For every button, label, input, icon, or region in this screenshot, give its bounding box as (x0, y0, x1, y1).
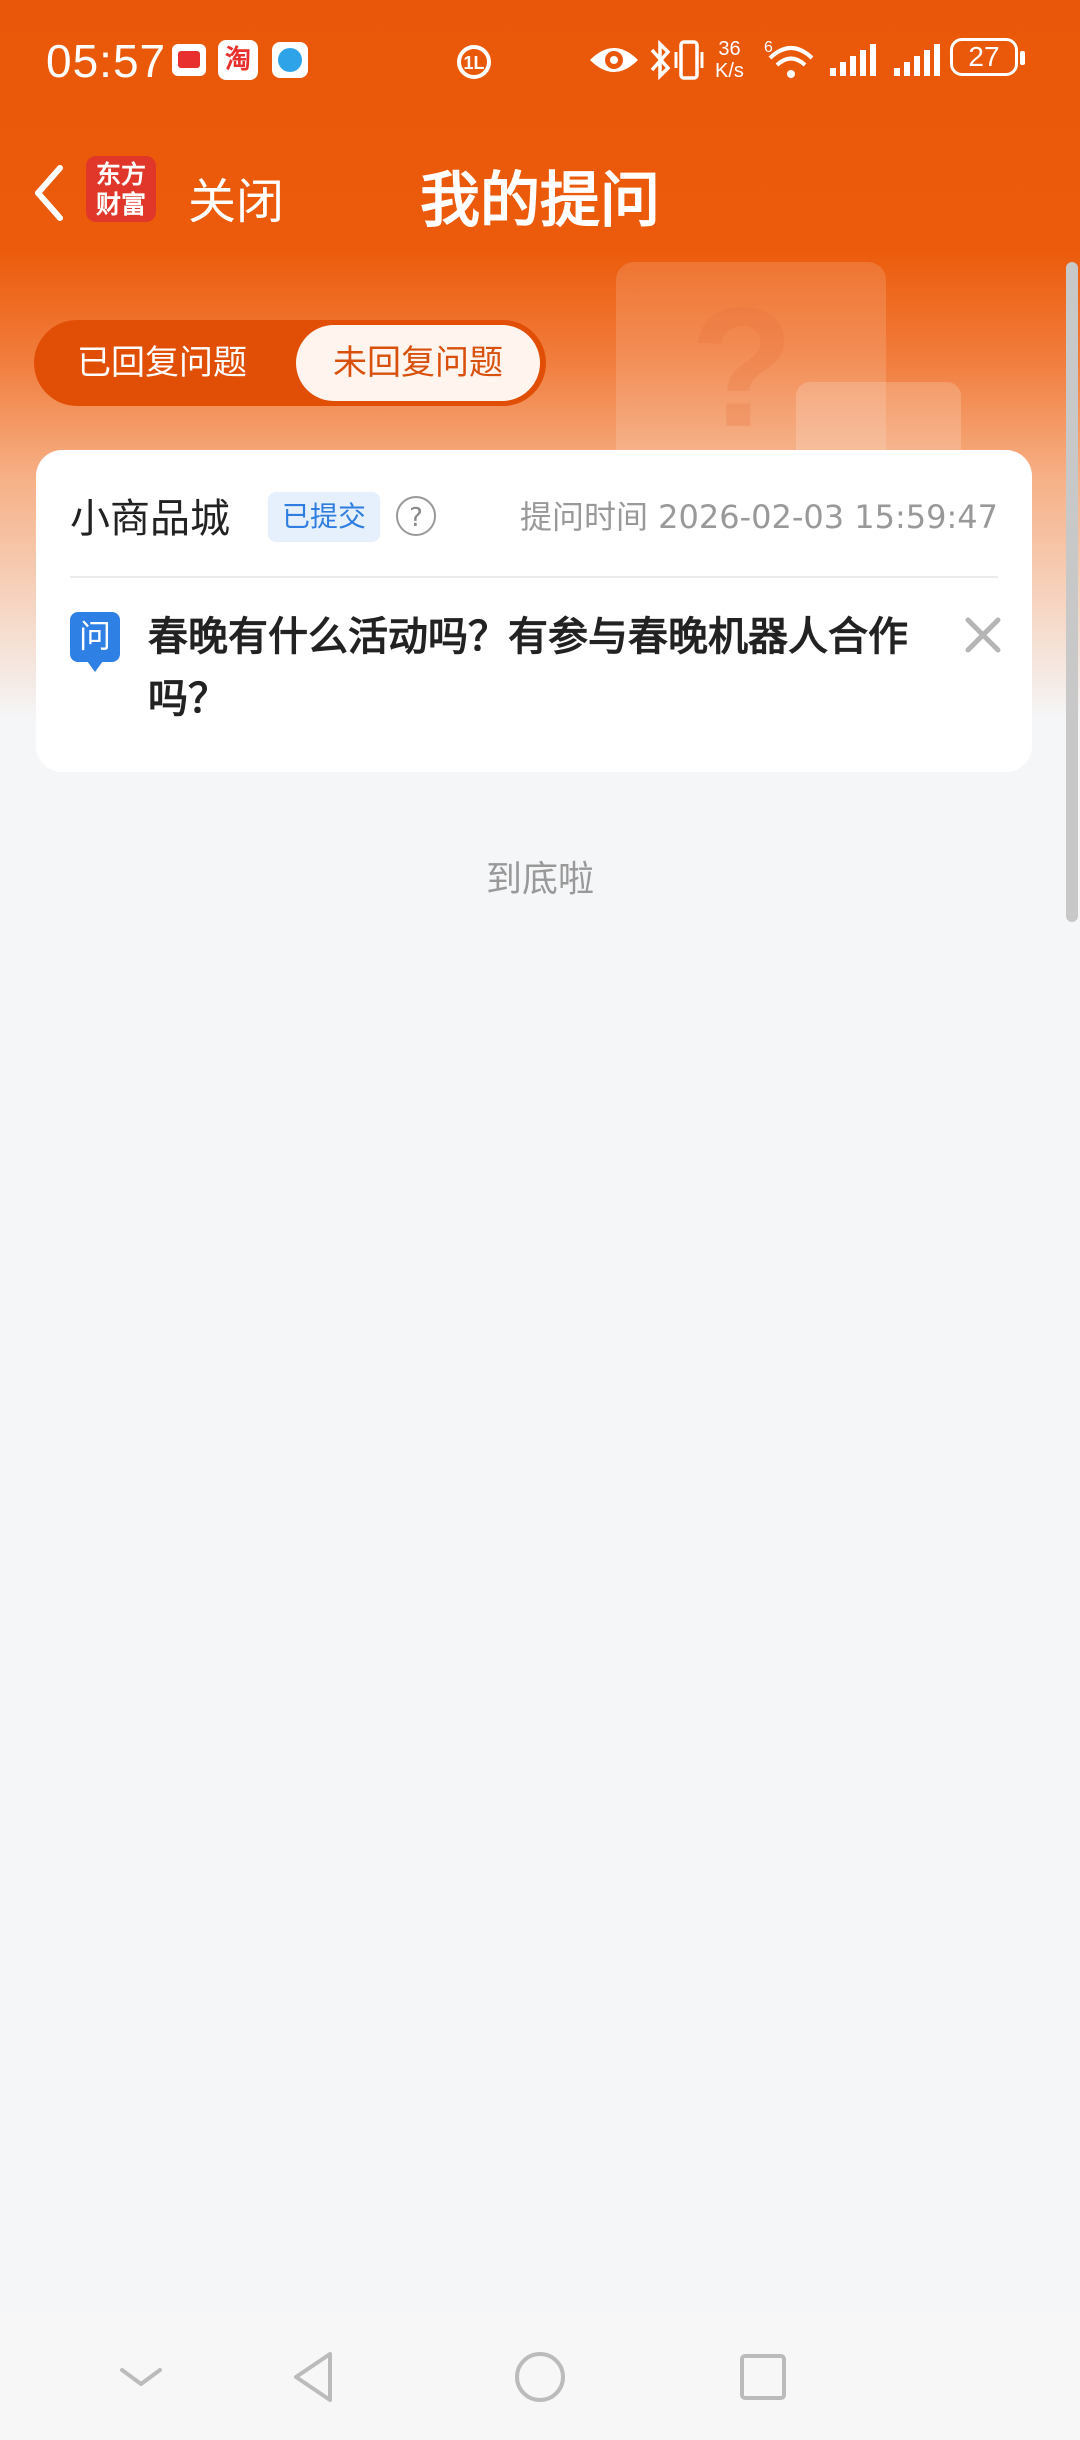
signal-icon (830, 44, 876, 76)
browser-icon (272, 42, 308, 78)
status-badge: 已提交 (268, 492, 381, 542)
divider (70, 576, 998, 578)
notification-app-icon (172, 44, 206, 76)
net-speed: 36 K/s (715, 38, 744, 82)
recents-square-icon[interactable] (728, 2342, 798, 2412)
status-time: 05:57 (46, 35, 167, 87)
scrollbar-thumb[interactable] (1066, 262, 1078, 922)
back-triangle-icon[interactable] (280, 2342, 350, 2412)
taobao-icon: 淘 (218, 40, 258, 80)
vibrate-icon (674, 40, 704, 80)
wifi-icon: 6 (764, 39, 814, 78)
question-mark-decoration: ? (690, 273, 794, 463)
battery-icon: 27 (950, 38, 1025, 76)
tab-replied[interactable]: 已回复问题 (34, 320, 290, 406)
chevron-down-icon[interactable] (106, 2342, 176, 2412)
svg-text:1L: 1L (463, 53, 484, 73)
status-bar: 05:57 淘 1L 36 K/s 6 27 (0, 0, 1080, 120)
shop-name: 小商品城 (70, 496, 230, 542)
net-speed-unit: K/s (715, 60, 744, 82)
bluetooth-icon (650, 39, 671, 81)
page-title: 我的提问 (420, 166, 660, 236)
eye-icon (590, 48, 638, 72)
question-card[interactable]: 小商品城 已提交 ? 提问时间 2026-02-03 15:59:47 问 春晚… (36, 450, 1032, 772)
ask-time: 提问时间 2026-02-03 15:59:47 (519, 498, 998, 536)
question-icon: 问 (70, 612, 120, 672)
end-of-list-text: 到底啦 (485, 859, 594, 900)
sync-icon: 1L (457, 45, 491, 79)
question-text: 春晚有什么活动吗？有参与春晚机器人合作吗？ (148, 614, 908, 722)
svg-text:6: 6 (764, 39, 773, 56)
signal-icon-2 (894, 44, 940, 76)
tab-unreplied[interactable]: 未回复问题 (296, 325, 540, 401)
scrollbar[interactable] (1066, 262, 1080, 1012)
home-circle-icon[interactable] (505, 2342, 575, 2412)
delete-icon[interactable] (958, 610, 1008, 660)
system-nav-bar (0, 2312, 1080, 2440)
question-tabs: 已回复问题 未回复问题 (34, 320, 546, 406)
help-icon[interactable]: ? (396, 496, 436, 536)
net-speed-value: 36 (718, 38, 741, 60)
